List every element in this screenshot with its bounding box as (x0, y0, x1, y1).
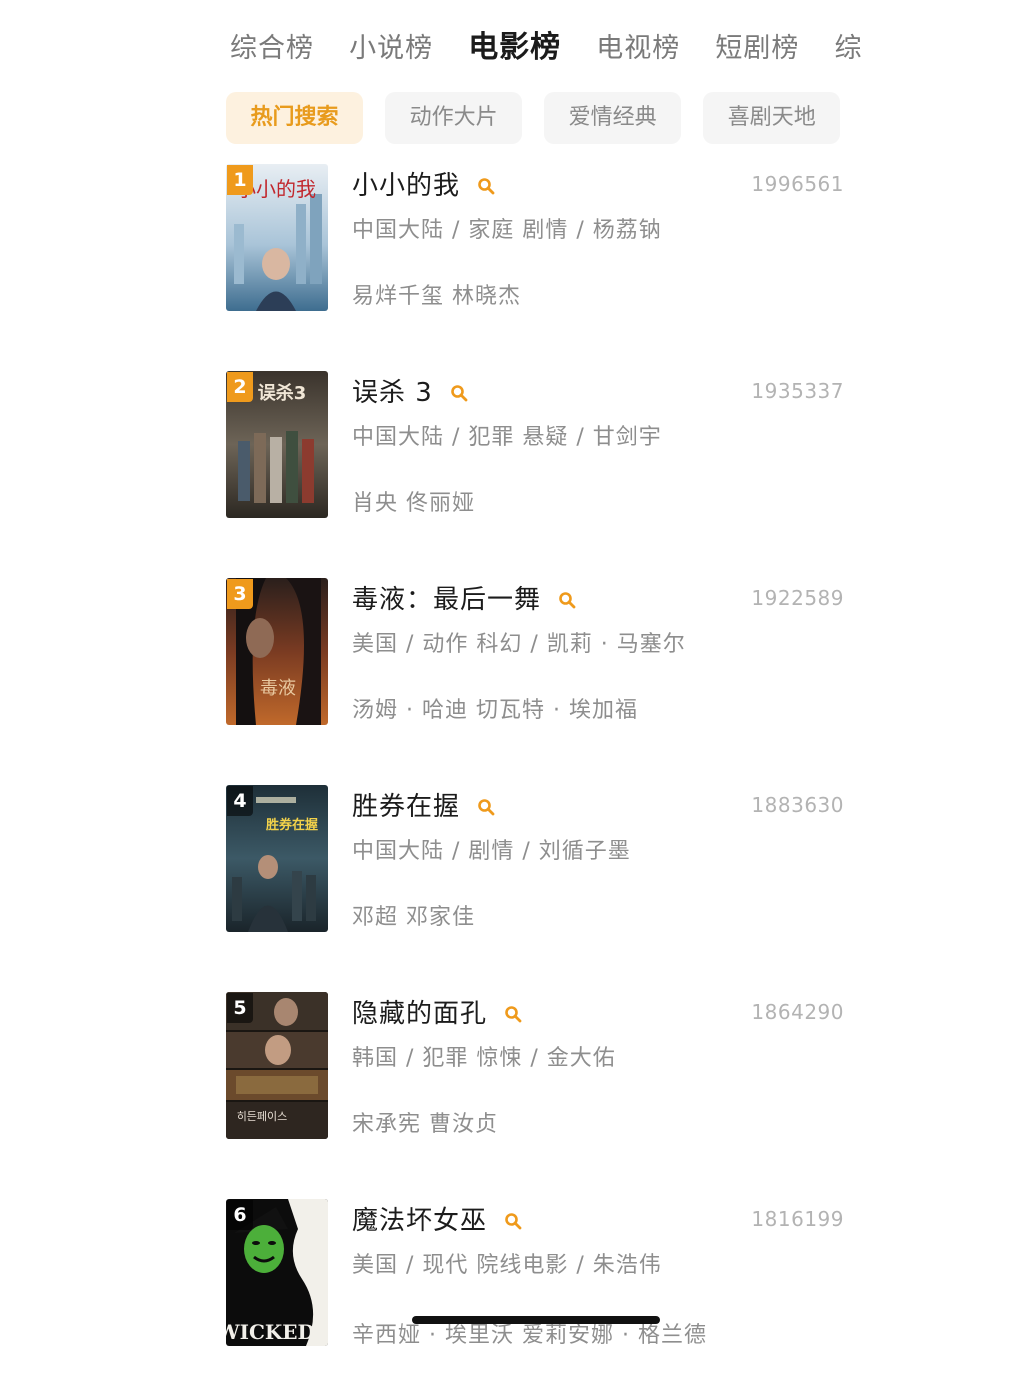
rank-badge: 6 (227, 1200, 253, 1230)
search-icon[interactable] (504, 1212, 522, 1230)
movie-cast: 宋承宪 曹汝贞 (352, 1112, 498, 1137)
title-row: 误杀 3 (352, 373, 468, 413)
search-icon[interactable] (477, 177, 495, 195)
movie-title[interactable]: 误杀 3 (352, 373, 433, 413)
movie-meta: 中国大陆 / 剧情 / 刘循子墨 (352, 839, 631, 864)
list-item[interactable]: 误杀3 2 误杀 3 1935337 中国大陆 / 犯罪 悬疑 / 甘剑宇 肖央… (226, 371, 866, 551)
search-count: 1883630 (751, 793, 844, 817)
title-row: 隐藏的面孔 (352, 994, 522, 1034)
tab-novels[interactable]: 小说榜 (349, 23, 433, 75)
filter-chips: 热门搜索 动作大片 爱情经典 喜剧天地 (226, 92, 857, 144)
title-row: 毒液：最后一舞 (352, 580, 576, 620)
chip-hot-search[interactable]: 热门搜索 (226, 92, 363, 144)
poster-title-text: 히든페이스 (237, 1109, 288, 1123)
movie-cast: 邓超 邓家佳 (352, 905, 475, 930)
poster-title-text: 胜券在握 (266, 817, 318, 833)
list-item[interactable]: 胜券在握 4 胜券在握 1883630 中国大陆 / 剧情 / 刘循子墨 邓超 … (226, 785, 866, 965)
title-row: 小小的我 (352, 166, 495, 206)
rank-badge: 2 (227, 372, 253, 402)
poster-title-text: 误杀3 (258, 382, 307, 404)
search-icon[interactable] (558, 591, 576, 609)
rank-badge: 1 (227, 165, 253, 195)
search-icon[interactable] (504, 1005, 522, 1023)
search-count: 1935337 (751, 379, 844, 403)
tab-movies[interactable]: 电影榜 (468, 22, 561, 74)
search-icon[interactable] (450, 384, 468, 402)
category-tabs: 综合榜 小说榜 电影榜 电视榜 短剧榜 综 (230, 22, 1021, 78)
search-count: 1864290 (751, 1000, 844, 1024)
tab-tv[interactable]: 电视榜 (596, 23, 680, 75)
title-row: 胜券在握 (352, 787, 495, 827)
tab-variety[interactable]: 综 (834, 23, 862, 75)
movie-cast: 肖央 佟丽娅 (352, 491, 475, 516)
tab-short-drama[interactable]: 短剧榜 (715, 23, 799, 75)
search-count: 1996561 (751, 172, 844, 196)
movie-title[interactable]: 胜券在握 (352, 787, 460, 827)
home-indicator[interactable] (412, 1316, 660, 1324)
movie-title[interactable]: 小小的我 (352, 166, 460, 206)
movie-meta: 美国 / 动作 科幻 / 凯莉 · 马塞尔 (352, 632, 686, 657)
list-item[interactable]: WICKED 6 魔法坏女巫 1816199 美国 / 现代 院线电影 / 朱浩… (226, 1199, 866, 1379)
movie-meta: 美国 / 现代 院线电影 / 朱浩伟 (352, 1253, 662, 1278)
rank-badge: 5 (227, 993, 253, 1023)
chip-romance[interactable]: 爱情经典 (544, 92, 682, 144)
list-item[interactable]: 히든페이스 5 隐藏的面孔 1864290 韩国 / 犯罪 惊悚 / 金大佑 宋… (226, 992, 866, 1172)
list-item[interactable]: 小小的我 1 小小的我 1996561 中国大陆 / 家庭 剧情 / 杨荔钠 易… (226, 164, 866, 344)
movie-meta: 韩国 / 犯罪 惊悚 / 金大佑 (352, 1046, 616, 1071)
chip-action[interactable]: 动作大片 (385, 92, 523, 144)
search-icon[interactable] (477, 798, 495, 816)
chip-comedy[interactable]: 喜剧天地 (703, 92, 841, 144)
movie-title[interactable]: 隐藏的面孔 (352, 994, 487, 1034)
movie-meta: 中国大陆 / 犯罪 悬疑 / 甘剑宇 (352, 425, 662, 450)
movie-cast: 易烊千玺 林晓杰 (352, 284, 521, 309)
movie-title[interactable]: 魔法坏女巫 (352, 1201, 487, 1241)
tab-overall[interactable]: 综合榜 (230, 23, 314, 75)
rank-badge: 3 (227, 579, 253, 609)
movie-meta: 中国大陆 / 家庭 剧情 / 杨荔钠 (352, 218, 662, 243)
search-count: 1922589 (751, 586, 844, 610)
search-count: 1816199 (751, 1207, 844, 1231)
movie-cast: 汤姆 · 哈迪 切瓦特 · 埃加福 (352, 698, 638, 723)
rank-badge: 4 (227, 786, 253, 816)
list-item[interactable]: 毒液 3 毒液：最后一舞 1922589 美国 / 动作 科幻 / 凯莉 · 马… (226, 578, 866, 758)
poster-title-text: 毒液 (260, 678, 296, 699)
movie-title[interactable]: 毒液：最后一舞 (352, 580, 541, 620)
poster-title-text: WICKED (226, 1320, 315, 1344)
title-row: 魔法坏女巫 (352, 1201, 522, 1241)
